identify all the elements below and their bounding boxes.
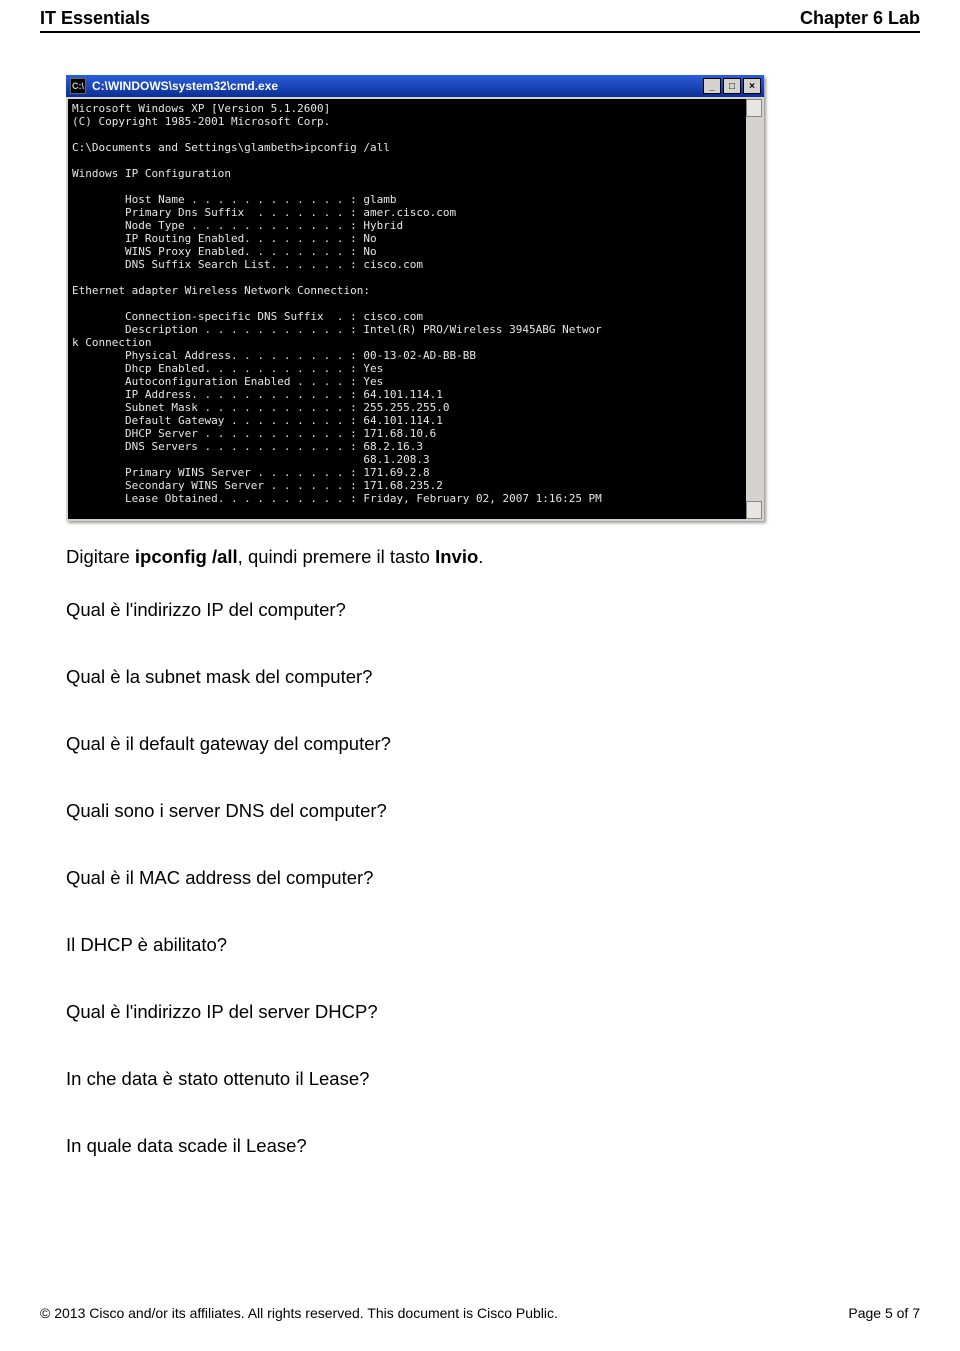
question-8: In che data è stato ottenuto il Lease? xyxy=(66,1067,920,1092)
question-6: Il DHCP è abilitato? xyxy=(66,933,920,958)
close-button[interactable]: × xyxy=(743,78,761,94)
cmd-output: Microsoft Windows XP [Version 5.1.2600] … xyxy=(68,99,762,519)
question-9: In quale data scade il Lease? xyxy=(66,1134,920,1159)
header-right: Chapter 6 Lab xyxy=(800,8,920,29)
text: Digitare xyxy=(66,546,135,567)
question-3: Qual è il default gateway del computer? xyxy=(66,732,920,757)
scroll-down-button[interactable]: ▼ xyxy=(746,501,762,519)
header-left: IT Essentials xyxy=(40,8,150,29)
scroll-up-button[interactable]: ▲ xyxy=(746,99,762,117)
page-footer: © 2013 Cisco and/or its affiliates. All … xyxy=(40,1305,920,1321)
footer-copyright: © 2013 Cisco and/or its affiliates. All … xyxy=(40,1305,558,1321)
cmd-title: C:\WINDOWS\system32\cmd.exe xyxy=(92,79,703,93)
scroll-track[interactable] xyxy=(746,117,762,501)
key-text: Invio xyxy=(435,546,478,567)
cmd-output-text: Microsoft Windows XP [Version 5.1.2600] … xyxy=(72,102,602,519)
cmd-window: C:\ C:\WINDOWS\system32\cmd.exe _ □ × Mi… xyxy=(66,75,764,521)
text: . xyxy=(478,546,483,567)
body-content: Digitare ipconfig /all, quindi premere i… xyxy=(66,545,920,1159)
page-header: IT Essentials Chapter 6 Lab xyxy=(40,8,920,33)
question-2: Qual è la subnet mask del computer? xyxy=(66,665,920,690)
question-4: Quali sono i server DNS del computer? xyxy=(66,799,920,824)
minimize-button[interactable]: _ xyxy=(703,78,721,94)
text: , quindi premere il tasto xyxy=(238,546,435,567)
footer-page-number: Page 5 of 7 xyxy=(848,1305,920,1321)
maximize-button[interactable]: □ xyxy=(723,78,741,94)
question-7: Qual è l'indirizzo IP del server DHCP? xyxy=(66,1000,920,1025)
cmd-titlebar: C:\ C:\WINDOWS\system32\cmd.exe _ □ × xyxy=(66,75,764,97)
instruction-line: Digitare ipconfig /all, quindi premere i… xyxy=(66,545,920,570)
cmd-icon: C:\ xyxy=(70,78,86,94)
scrollbar[interactable]: ▲ ▼ xyxy=(746,99,762,519)
question-5: Qual è il MAC address del computer? xyxy=(66,866,920,891)
command-text: ipconfig /all xyxy=(135,546,238,567)
question-1: Qual è l'indirizzo IP del computer? xyxy=(66,598,920,623)
